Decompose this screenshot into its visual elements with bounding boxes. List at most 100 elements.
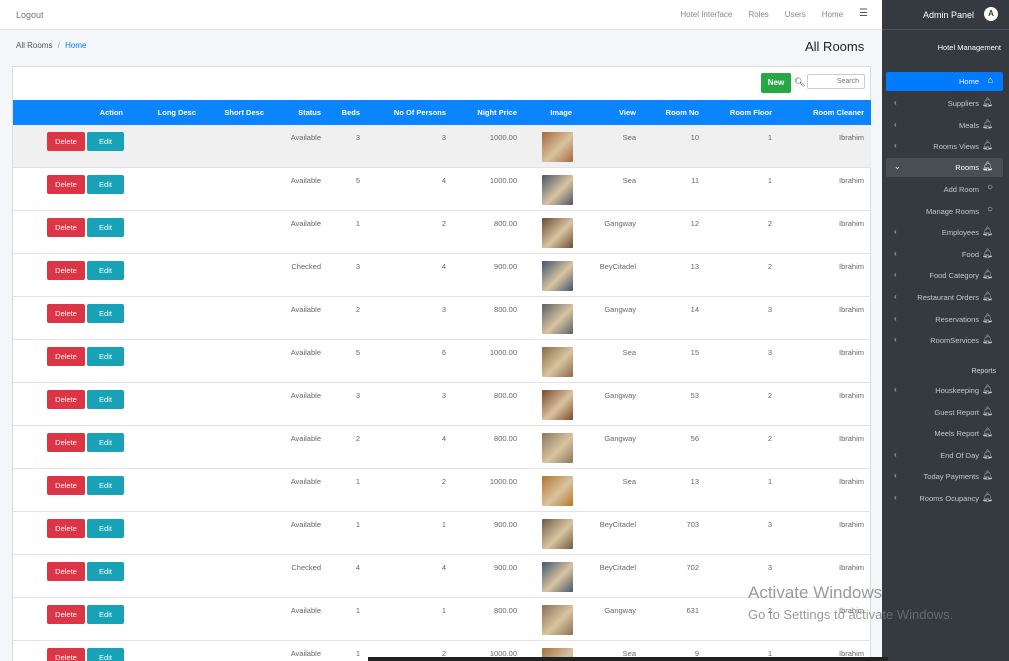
- col-short-desc[interactable]: Short Desc: [208, 108, 264, 117]
- edit-button[interactable]: Edit: [87, 562, 124, 581]
- table-row: Delete Edit Available 2 3 800.00 Gangway 14 3 Ibr…: [13, 297, 871, 340]
- cell-view: Gangway: [604, 606, 636, 615]
- cell-floor: 3: [767, 520, 772, 529]
- sidebar-item-home[interactable]: Home ⌂: [886, 72, 1003, 91]
- cell-room-no: 12: [690, 219, 699, 228]
- room-thumbnail[interactable]: [542, 476, 573, 506]
- edit-button[interactable]: Edit: [87, 347, 124, 366]
- delete-button[interactable]: Delete: [47, 304, 85, 323]
- cell-status: Checked: [291, 563, 321, 572]
- sidebar-item-guest-report[interactable]: Guest Report 🔔︎: [886, 403, 1003, 422]
- room-thumbnail[interactable]: [542, 433, 573, 463]
- edit-button[interactable]: Edit: [87, 304, 124, 323]
- sidebar-item-label: Home: [958, 77, 979, 86]
- top-navbar: Logout Hotel Interface Roles Users Home …: [0, 0, 882, 30]
- search-input[interactable]: [807, 74, 865, 89]
- room-thumbnail[interactable]: [542, 132, 573, 162]
- sidebar-item-meals[interactable]: ‹ Meals 🔔︎: [886, 116, 1003, 135]
- delete-button[interactable]: Delete: [47, 433, 85, 452]
- sidebar-item-food[interactable]: ‹ Food 🔔︎: [886, 245, 1003, 264]
- col-view[interactable]: View: [593, 108, 636, 117]
- cell-view: BeyCitadel: [599, 520, 636, 529]
- cell-status: Available: [290, 391, 321, 400]
- col-floor[interactable]: Room Floor: [713, 108, 772, 117]
- breadcrumb-current[interactable]: Home: [65, 41, 86, 50]
- cell-cleaner: Ibrahim: [838, 563, 864, 572]
- sidebar-item-today-payments[interactable]: ‹ Today Payments 🔔︎: [886, 467, 1003, 486]
- sidebar-item-employees[interactable]: ‹ Employees 🔔︎: [886, 223, 1003, 242]
- edit-button[interactable]: Edit: [87, 605, 124, 624]
- sidebar-item-rooms[interactable]: ⌄ Rooms 🔔︎: [886, 158, 1003, 177]
- edit-button[interactable]: Edit: [87, 433, 124, 452]
- col-persons[interactable]: No Of Persons: [373, 108, 446, 117]
- bottom-scrollbar[interactable]: [368, 657, 888, 661]
- col-room-no[interactable]: Room No: [648, 108, 699, 117]
- sidebar-item-food-category[interactable]: ‹ Food Category 🔔︎: [886, 266, 1003, 285]
- delete-button[interactable]: Delete: [47, 519, 85, 538]
- sidebar-item-rooms-ocupancy[interactable]: ‹ Rooms Ocupancy 🔔︎: [886, 489, 1003, 508]
- circle-icon: ○: [986, 204, 993, 215]
- cell-cleaner: Ibrahim: [838, 176, 864, 185]
- edit-button[interactable]: Edit: [87, 519, 124, 538]
- sidebar-item-label: Suppliers: [947, 99, 979, 108]
- delete-button[interactable]: Delete: [47, 132, 85, 151]
- col-beds[interactable]: Beds: [331, 108, 360, 117]
- edit-button[interactable]: Edit: [87, 175, 124, 194]
- sidebar-item-suppliers[interactable]: ‹ Suppliers 🔔︎: [886, 94, 1003, 113]
- delete-button[interactable]: Delete: [47, 562, 85, 581]
- delete-button[interactable]: Delete: [47, 175, 85, 194]
- sidebar-item-label: Add Room: [943, 185, 979, 194]
- delete-button[interactable]: Delete: [47, 648, 85, 661]
- cell-status: Available: [290, 219, 321, 228]
- nav-users[interactable]: Users: [785, 10, 806, 19]
- col-image[interactable]: Image: [528, 108, 572, 117]
- delete-button[interactable]: Delete: [47, 218, 85, 237]
- edit-button[interactable]: Edit: [87, 132, 124, 151]
- sidebar-item-reservations[interactable]: ‹ Reservations 🔔︎: [886, 310, 1003, 329]
- sidebar-brand[interactable]: Admin Panel A: [882, 0, 1009, 30]
- cell-beds: 3: [355, 262, 360, 271]
- sidebar-item-rooms-views[interactable]: ‹ Rooms Views 🔔︎: [886, 137, 1003, 156]
- room-thumbnail[interactable]: [542, 562, 573, 592]
- delete-button[interactable]: Delete: [47, 605, 85, 624]
- col-status[interactable]: Status: [273, 108, 321, 117]
- bell-icon: 🔔︎: [981, 291, 993, 301]
- logout-link[interactable]: Logout: [16, 10, 44, 20]
- sidebar-item-houskeeping[interactable]: ‹ Houskeeping 🔔︎: [886, 381, 1003, 400]
- new-room-button[interactable]: New: [761, 73, 791, 93]
- sidebar-item-roomservices[interactable]: ‹ RoomServices 🔔︎: [886, 331, 1003, 350]
- sidebar-item-add-room[interactable]: Add Room ○: [886, 180, 1003, 199]
- room-thumbnail[interactable]: [542, 605, 573, 635]
- edit-button[interactable]: Edit: [87, 648, 124, 661]
- col-long-desc[interactable]: Long Desc: [143, 108, 196, 117]
- delete-button[interactable]: Delete: [47, 390, 85, 409]
- room-thumbnail[interactable]: [542, 304, 573, 334]
- cell-price: 800.00: [494, 305, 517, 314]
- nav-roles[interactable]: Roles: [748, 10, 768, 19]
- col-price[interactable]: Night Price: [458, 108, 517, 117]
- edit-button[interactable]: Edit: [87, 476, 124, 495]
- room-thumbnail[interactable]: [542, 218, 573, 248]
- delete-button[interactable]: Delete: [47, 347, 85, 366]
- room-thumbnail[interactable]: [542, 390, 573, 420]
- sidebar-item-restaurant-orders[interactable]: ‹ Restaurant Orders 🔔︎: [886, 288, 1003, 307]
- delete-button[interactable]: Delete: [47, 261, 85, 280]
- room-thumbnail[interactable]: [542, 175, 573, 205]
- sidebar-item-end-of-day[interactable]: ‹ End Of Day 🔔︎: [886, 446, 1003, 465]
- nav-home[interactable]: Home: [822, 10, 843, 19]
- sidebar-item-manage-rooms[interactable]: Manage Rooms ○: [886, 202, 1003, 221]
- edit-button[interactable]: Edit: [87, 218, 124, 237]
- edit-button[interactable]: Edit: [87, 261, 124, 280]
- col-cleaner[interactable]: Room Cleaner: [783, 108, 864, 117]
- room-thumbnail[interactable]: [542, 347, 573, 377]
- edit-button[interactable]: Edit: [87, 390, 124, 409]
- delete-button[interactable]: Delete: [47, 476, 85, 495]
- room-thumbnail[interactable]: [542, 261, 573, 291]
- sidebar-item-meels-report[interactable]: Meels Report 🔔︎: [886, 424, 1003, 443]
- room-thumbnail[interactable]: [542, 519, 573, 549]
- cell-cleaner: Ibrahim: [838, 348, 864, 357]
- breadcrumb-parent[interactable]: All Rooms: [16, 41, 52, 50]
- col-action[interactable]: Action: [73, 108, 123, 117]
- hamburger-icon[interactable]: ☰: [859, 8, 868, 19]
- nav-hotel-interface[interactable]: Hotel Interface: [680, 10, 732, 19]
